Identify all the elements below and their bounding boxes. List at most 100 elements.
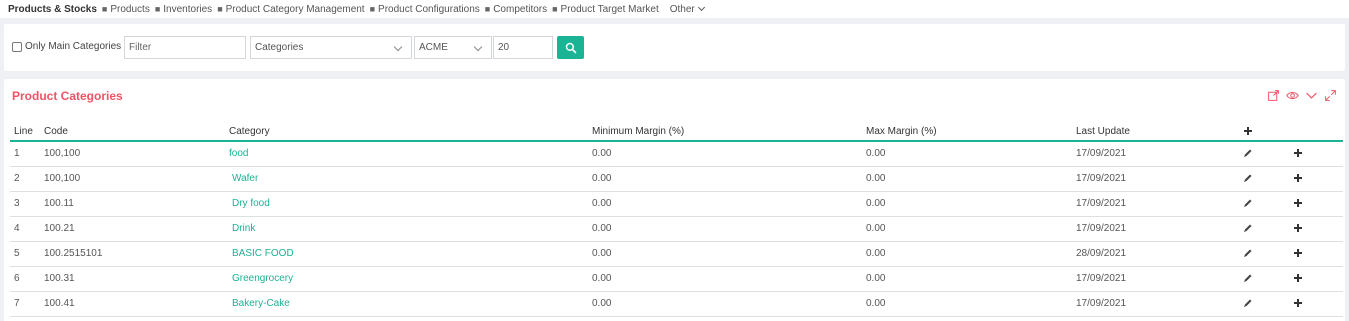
col-header-category[interactable]: Category [225,122,588,142]
row-category-cell: Dry food [225,191,588,217]
row-category-cell: Drink [225,216,588,242]
nav-item-inventories[interactable]: ■ Inventories [153,4,212,15]
row-line-number[interactable]: 5 [10,241,40,267]
col-header-last-update[interactable]: Last Update [1072,122,1237,142]
row-line-number[interactable]: 6 [10,266,40,292]
row-category-cell: food [225,141,588,167]
only-main-categories-label: Only Main Categories [25,41,122,52]
pencil-icon[interactable] [1241,221,1255,235]
row-category-link[interactable]: Wafer [229,173,258,184]
nav-item-products[interactable]: ■ Products [100,4,150,15]
plus-icon[interactable] [1291,296,1305,310]
row-min-margin: 0.00 [588,241,862,267]
row-line-number[interactable]: 7 [10,291,40,317]
row-code: 100,100 [40,166,225,192]
nav-item-label: Inventories [163,3,213,15]
row-min-margin: 0.00 [588,191,862,217]
chevron-down-icon [393,42,403,52]
col-header-blank [1287,122,1343,142]
nav-item-label: Products [110,3,150,15]
bullet-icon: ■ [552,4,558,14]
nav-item-competitors[interactable]: ■ Competitors [483,4,547,15]
col-header-max-margin[interactable]: Max Margin (%) [862,122,1072,142]
categories-table: Line Code Category Minimum Margin (%) Ma… [10,122,1343,317]
search-button[interactable] [557,36,584,59]
col-header-line[interactable]: Line [10,122,40,142]
nav-item-product-target-market[interactable]: ■ Product Target Market [550,4,659,15]
row-category-link[interactable]: Greengrocery [229,273,293,284]
row-category-link[interactable]: food [229,148,248,159]
plus-icon[interactable] [1291,171,1305,185]
pencil-icon[interactable] [1241,196,1255,210]
pencil-icon[interactable] [1241,146,1255,160]
plus-icon[interactable] [1291,146,1305,160]
expand-icon[interactable] [1324,89,1337,102]
plus-icon[interactable] [1291,271,1305,285]
export-icon[interactable] [1267,89,1280,102]
plus-icon[interactable] [1291,221,1305,235]
company-select-value: ACME [419,42,448,53]
row-category-link[interactable]: Drink [229,223,255,234]
row-max-margin: 0.00 [862,216,1072,242]
col-header-add[interactable] [1237,122,1287,142]
row-max-margin: 0.00 [862,141,1072,167]
row-code: 100,100 [40,141,225,167]
row-last-update: 17/09/2021 [1072,141,1237,167]
row-category-link[interactable]: Bakery-Cake [229,298,290,309]
bullet-icon: ■ [217,4,223,14]
chevron-down-icon [697,3,705,12]
nav-item-label: Product Target Market [560,3,659,15]
nav-item-other-dropdown[interactable]: Other [670,3,705,15]
row-line-number[interactable]: 1 [10,141,40,167]
row-code: 100.41 [40,291,225,317]
eye-icon[interactable] [1286,89,1299,102]
row-edit-cell [1237,241,1287,267]
plus-icon[interactable] [1291,246,1305,260]
row-edit-cell [1237,216,1287,242]
company-select[interactable]: ACME [414,36,492,59]
nav-item-label: Competitors [493,3,548,15]
filter-input[interactable]: Filter [124,36,246,59]
row-code: 100.11 [40,191,225,217]
table-row: 2 100,100 Wafer 0.00 0.00 17/09/2021 [10,166,1343,192]
row-line-number[interactable]: 4 [10,216,40,242]
row-category-cell: BASIC FOOD [225,241,588,267]
filter-panel: Only Main Categories Filter Categories A… [4,24,1345,71]
row-max-margin: 0.00 [862,166,1072,192]
row-code: 100.21 [40,216,225,242]
row-category-link[interactable]: Dry food [229,198,270,209]
nav-brand-products-stocks[interactable]: Products & Stocks [8,4,97,15]
row-edit-cell [1237,191,1287,217]
pencil-icon[interactable] [1241,271,1255,285]
nav-item-product-category-management[interactable]: ■ Product Category Management [215,4,364,15]
row-line-number[interactable]: 3 [10,191,40,217]
plus-icon[interactable] [1291,196,1305,210]
pencil-icon[interactable] [1241,296,1255,310]
categories-select-value: Categories [255,42,304,53]
row-add-cell [1287,266,1343,292]
product-categories-panel: Product Categories Line Code Category Mi… [4,79,1345,321]
table-row: 6 100.31 Greengrocery 0.00 0.00 17/09/2021 [10,266,1343,292]
nav-item-product-configurations[interactable]: ■ Product Configurations [368,4,480,15]
checkbox-box[interactable] [12,41,22,52]
chevron-down-icon[interactable] [1305,89,1318,102]
pencil-icon[interactable] [1241,171,1255,185]
bullet-icon: ■ [369,4,376,14]
page-size-input[interactable]: 20 [493,36,553,59]
row-category-cell: Bakery-Cake [225,291,588,317]
pencil-icon[interactable] [1241,246,1255,260]
row-last-update: 17/09/2021 [1072,291,1237,317]
plus-icon[interactable] [1241,124,1255,138]
row-max-margin: 0.00 [862,191,1072,217]
row-category-link[interactable]: BASIC FOOD [229,248,294,259]
filter-placeholder: Filter [129,42,152,53]
only-main-categories-checkbox[interactable]: Only Main Categories [12,41,121,52]
row-last-update: 28/09/2021 [1072,241,1237,267]
col-header-min-margin[interactable]: Minimum Margin (%) [588,122,862,142]
row-add-cell [1287,241,1343,267]
categories-select[interactable]: Categories [250,36,412,59]
table-row: 1 100,100 food 0.00 0.00 17/09/2021 [10,141,1343,167]
top-navigation: Products & Stocks ■ Products ■ Inventories… [0,0,1349,18]
row-line-number[interactable]: 2 [10,166,40,192]
col-header-code[interactable]: Code [40,122,225,142]
